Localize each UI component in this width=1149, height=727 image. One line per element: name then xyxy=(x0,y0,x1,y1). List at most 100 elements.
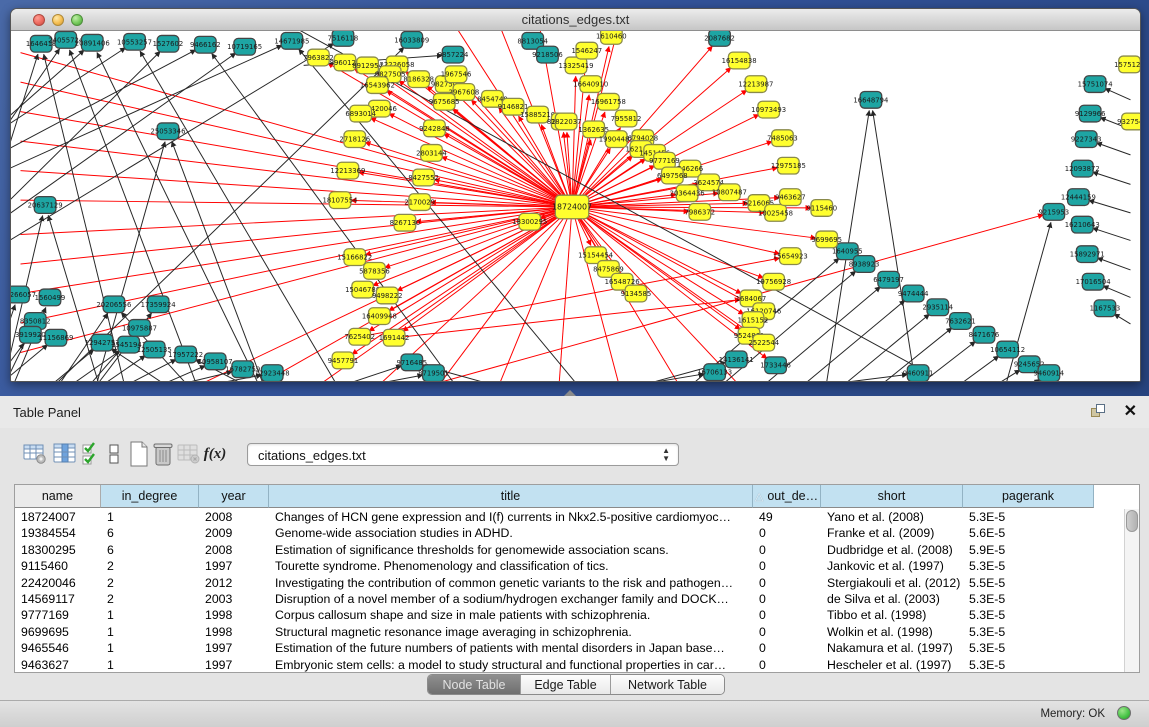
table-row[interactable]: 2242004622012Investigating the contribut… xyxy=(15,575,1094,591)
graph-node-yellow[interactable]: 16640910 xyxy=(573,76,608,93)
graph-node-teal[interactable]: 10975887 xyxy=(122,320,157,337)
graph-node-yellow[interactable]: 2718126 xyxy=(339,131,370,148)
graph-node-teal[interactable]: 9460911 xyxy=(903,365,934,381)
column-header-out_de[interactable]: △out_de… xyxy=(753,485,821,508)
function-builder-button[interactable]: f(x) xyxy=(202,440,228,468)
table-row[interactable]: 969969511998Structural magnetic resonanc… xyxy=(15,624,1094,640)
graph-node-teal[interactable]: 16033809 xyxy=(394,31,429,48)
graph-node-yellow[interactable]: 1575120 xyxy=(1114,56,1140,73)
show-columns-button[interactable] xyxy=(52,440,78,468)
graph-node-teal[interactable]: 16648794 xyxy=(853,91,888,108)
graph-node-yellow[interactable]: 9115460 xyxy=(806,200,837,217)
graph-node-yellow[interactable]: 7625402 xyxy=(344,328,375,345)
graph-node-yellow[interactable]: 9134585 xyxy=(621,285,652,302)
graph-node-teal[interactable]: 17016504 xyxy=(1076,273,1111,290)
graph-node-teal[interactable]: 15892971 xyxy=(1070,246,1105,263)
graph-node-yellow[interactable]: 1546247 xyxy=(571,42,602,59)
graph-node-yellow[interactable]: 1967546 xyxy=(441,66,472,83)
graph-node-teal[interactable]: 12444159 xyxy=(1061,189,1096,206)
graph-node-yellow[interactable]: 8427552 xyxy=(408,169,439,186)
graph-node-yellow[interactable]: 18107554 xyxy=(323,192,358,209)
graph-node-teal[interactable]: 10654112 xyxy=(990,341,1025,358)
graph-node-teal[interactable]: 1167533 xyxy=(1090,300,1121,317)
select-columns-button[interactable] xyxy=(80,440,102,468)
graph-node-teal[interactable]: 9466162 xyxy=(190,36,221,53)
network-canvas[interactable]: 1646418240557242089140610553257152760294… xyxy=(11,31,1140,381)
graph-node-teal[interactable]: 12093872 xyxy=(1065,160,1100,177)
table-row[interactable]: 1872400712008Changes of HCN gene express… xyxy=(15,509,1094,525)
column-header-year[interactable]: year xyxy=(199,485,269,508)
graph-node-yellow[interactable]: 16961758 xyxy=(591,93,626,110)
graph-node-yellow[interactable]: 12213987 xyxy=(738,76,773,93)
network-window[interactable]: citations_edges.txt 16464182405572420891… xyxy=(10,8,1141,382)
graph-node-teal[interactable]: 9227343 xyxy=(1071,131,1102,148)
graph-node-teal[interactable]: 9474444 xyxy=(898,285,929,302)
graph-node-yellow[interactable]: 2522544 xyxy=(748,334,779,351)
delete-column-button[interactable] xyxy=(150,440,176,468)
graph-node-yellow[interactable]: 19756928 xyxy=(756,273,791,290)
graph-node-yellow[interactable]: 5878356 xyxy=(359,263,390,280)
graph-node-yellow[interactable]: 9457791 xyxy=(328,352,359,369)
graph-node-yellow[interactable]: 1615152 xyxy=(738,312,769,329)
graph-node-teal[interactable]: 9857224 xyxy=(438,46,469,63)
graph-node-yellow[interactable]: 1691442 xyxy=(379,329,410,346)
graph-node-teal[interactable]: 16210643 xyxy=(1065,216,1100,233)
column-header-short[interactable]: short xyxy=(821,485,963,508)
row-height-button[interactable] xyxy=(105,440,123,468)
graph-node-teal[interactable]: 10553257 xyxy=(117,33,152,50)
new-column-button[interactable] xyxy=(126,440,152,468)
column-header-name[interactable]: name xyxy=(15,485,101,508)
graph-node-yellow[interactable]: 1610460 xyxy=(596,31,627,44)
graph-node-yellow[interactable]: 2170029 xyxy=(404,194,435,211)
graph-node-yellow[interactable]: 1822037 xyxy=(551,113,582,130)
graph-node-teal[interactable]: 7516118 xyxy=(328,31,359,46)
table-row[interactable]: 1938455462009Genome-wide association stu… xyxy=(15,525,1094,541)
table-row[interactable]: 946362711997Embryonic stem cells: a mode… xyxy=(15,657,1094,673)
graph-node-yellow[interactable]: 6893014 xyxy=(345,105,376,122)
column-header-in_degree[interactable]: in_degree xyxy=(101,485,199,508)
table-settings-button[interactable] xyxy=(22,440,48,468)
graph-node-yellow[interactable]: 7485063 xyxy=(767,130,798,147)
tab-node-table[interactable]: Node Table xyxy=(428,675,521,694)
graph-node-teal[interactable]: 10719165 xyxy=(227,38,262,55)
graph-node-teal[interactable]: 9218506 xyxy=(532,46,563,63)
graph-node-yellow[interactable]: 9463627 xyxy=(775,189,806,206)
column-header-title[interactable]: title xyxy=(269,485,753,508)
table-row[interactable]: 1456911722003Disruption of a novel membe… xyxy=(15,591,1094,607)
graph-node-teal[interactable]: 9129966 xyxy=(1075,105,1106,122)
graph-node-yellow[interactable]: 16409948 xyxy=(362,308,397,325)
graph-node-yellow[interactable]: 7955812 xyxy=(611,110,642,127)
graph-node-teal[interactable]: 1560499 xyxy=(35,289,66,306)
graph-node-teal[interactable]: 9215953 xyxy=(1038,204,1069,221)
graph-node-teal[interactable]: 2087682 xyxy=(704,31,735,46)
float-panel-icon[interactable] xyxy=(1091,404,1107,419)
scrollbar-thumb[interactable] xyxy=(1126,510,1138,532)
graph-node-yellow[interactable]: 9498222 xyxy=(372,287,403,304)
graph-node-teal[interactable]: 1733446 xyxy=(760,357,791,374)
graph-node-teal[interactable]: 7632621 xyxy=(945,313,976,330)
table-row[interactable]: 1830029562008Estimation of significance … xyxy=(15,542,1094,558)
table-row[interactable]: 911546021997Tourette syndrome. Phenomeno… xyxy=(15,558,1094,574)
column-header-pagerank[interactable]: pagerank xyxy=(963,485,1094,508)
graph-node-teal[interactable]: 20637129 xyxy=(28,197,63,214)
network-window-titlebar[interactable]: citations_edges.txt xyxy=(11,9,1140,31)
graph-node-yellow[interactable]: 8267130 xyxy=(390,214,421,231)
graph-node-teal[interactable]: 2935114 xyxy=(922,299,953,316)
graph-node-yellow[interactable]: 9327541 xyxy=(1117,113,1140,130)
graph-node-yellow[interactable]: 12975185 xyxy=(771,157,806,174)
graph-node-yellow[interactable]: 9699695 xyxy=(811,231,842,248)
graph-node-yellow[interactable]: 8186328 xyxy=(403,71,434,88)
table-row[interactable]: 946554611997Estimation of the future num… xyxy=(15,640,1094,656)
graph-node-yellow[interactable]: 2803144 xyxy=(416,145,447,162)
graph-node-yellow[interactable]: 9675685 xyxy=(429,93,460,110)
graph-node-yellow[interactable]: 12213369 xyxy=(330,162,365,179)
vertical-scrollbar[interactable] xyxy=(1124,509,1139,672)
graph-node-teal[interactable]: 8471676 xyxy=(969,326,1000,343)
graph-node-teal[interactable]: 20206556 xyxy=(96,296,131,313)
graph-node-teal[interactable]: 6479197 xyxy=(873,271,904,288)
graph-node-teal[interactable]: 8719501 xyxy=(418,365,449,381)
graph-node-yellow[interactable]: 7986372 xyxy=(685,204,716,221)
graph-node-yellow[interactable]: 18724007 xyxy=(552,195,592,219)
graph-node-teal[interactable]: 17359924 xyxy=(141,296,176,313)
graph-node-yellow[interactable]: 9242848 xyxy=(419,120,450,137)
